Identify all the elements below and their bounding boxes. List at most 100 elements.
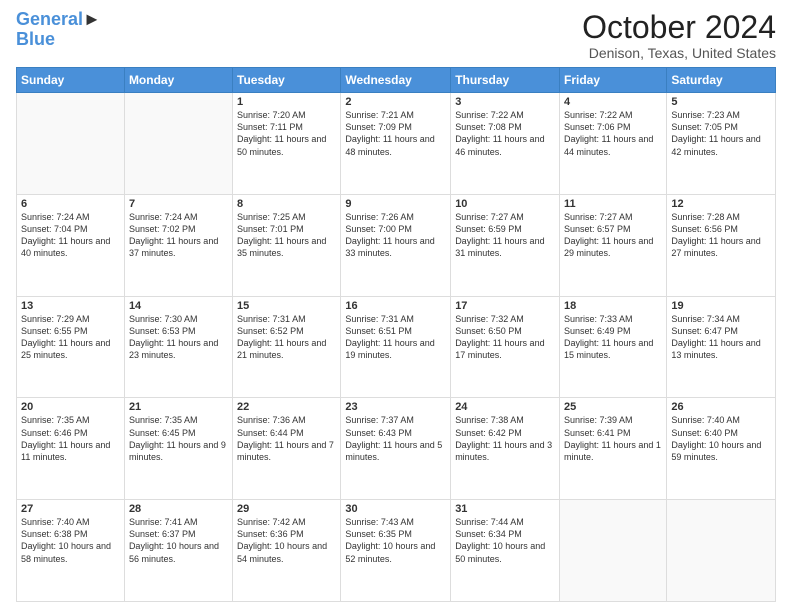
location: Denison, Texas, United States [582,45,776,61]
day-info: Sunrise: 7:36 AM Sunset: 6:44 PM Dayligh… [237,414,336,463]
day-number: 7 [129,198,228,210]
calendar-cell: 1Sunrise: 7:20 AM Sunset: 7:11 PM Daylig… [233,93,341,195]
day-number: 15 [237,300,336,312]
day-number: 30 [345,503,446,515]
day-number: 6 [21,198,120,210]
calendar-cell: 28Sunrise: 7:41 AM Sunset: 6:37 PM Dayli… [124,500,232,602]
day-info: Sunrise: 7:24 AM Sunset: 7:04 PM Dayligh… [21,211,120,260]
calendar-cell: 6Sunrise: 7:24 AM Sunset: 7:04 PM Daylig… [17,194,125,296]
day-number: 22 [237,401,336,413]
day-info: Sunrise: 7:24 AM Sunset: 7:02 PM Dayligh… [129,211,228,260]
day-info: Sunrise: 7:22 AM Sunset: 7:06 PM Dayligh… [564,109,662,158]
day-number: 21 [129,401,228,413]
calendar-cell: 31Sunrise: 7:44 AM Sunset: 6:34 PM Dayli… [451,500,560,602]
calendar-cell: 16Sunrise: 7:31 AM Sunset: 6:51 PM Dayli… [341,296,451,398]
day-number: 9 [345,198,446,210]
calendar-cell: 30Sunrise: 7:43 AM Sunset: 6:35 PM Dayli… [341,500,451,602]
day-number: 27 [21,503,120,515]
day-number: 18 [564,300,662,312]
day-info: Sunrise: 7:23 AM Sunset: 7:05 PM Dayligh… [671,109,771,158]
logo-blue: Blue [16,30,55,50]
calendar-cell: 24Sunrise: 7:38 AM Sunset: 6:42 PM Dayli… [451,398,560,500]
calendar-cell: 4Sunrise: 7:22 AM Sunset: 7:06 PM Daylig… [560,93,667,195]
day-number: 16 [345,300,446,312]
calendar-cell: 3Sunrise: 7:22 AM Sunset: 7:08 PM Daylig… [451,93,560,195]
day-number: 14 [129,300,228,312]
day-info: Sunrise: 7:40 AM Sunset: 6:40 PM Dayligh… [671,414,771,463]
day-info: Sunrise: 7:44 AM Sunset: 6:34 PM Dayligh… [455,516,555,565]
calendar-cell [560,500,667,602]
calendar-cell: 13Sunrise: 7:29 AM Sunset: 6:55 PM Dayli… [17,296,125,398]
calendar-cell: 15Sunrise: 7:31 AM Sunset: 6:52 PM Dayli… [233,296,341,398]
day-info: Sunrise: 7:29 AM Sunset: 6:55 PM Dayligh… [21,313,120,362]
calendar-cell: 5Sunrise: 7:23 AM Sunset: 7:05 PM Daylig… [667,93,776,195]
col-tuesday: Tuesday [233,68,341,93]
col-thursday: Thursday [451,68,560,93]
day-info: Sunrise: 7:32 AM Sunset: 6:50 PM Dayligh… [455,313,555,362]
day-info: Sunrise: 7:27 AM Sunset: 6:59 PM Dayligh… [455,211,555,260]
day-number: 8 [237,198,336,210]
calendar-cell: 27Sunrise: 7:40 AM Sunset: 6:38 PM Dayli… [17,500,125,602]
month-title: October 2024 [582,10,776,45]
day-info: Sunrise: 7:33 AM Sunset: 6:49 PM Dayligh… [564,313,662,362]
day-info: Sunrise: 7:37 AM Sunset: 6:43 PM Dayligh… [345,414,446,463]
calendar-cell: 22Sunrise: 7:36 AM Sunset: 6:44 PM Dayli… [233,398,341,500]
day-number: 17 [455,300,555,312]
calendar-cell: 17Sunrise: 7:32 AM Sunset: 6:50 PM Dayli… [451,296,560,398]
header: General► Blue October 2024 Denison, Texa… [16,10,776,61]
calendar-cell [17,93,125,195]
days-of-week-row: Sunday Monday Tuesday Wednesday Thursday… [17,68,776,93]
day-info: Sunrise: 7:26 AM Sunset: 7:00 PM Dayligh… [345,211,446,260]
calendar-cell: 19Sunrise: 7:34 AM Sunset: 6:47 PM Dayli… [667,296,776,398]
day-number: 31 [455,503,555,515]
day-info: Sunrise: 7:28 AM Sunset: 6:56 PM Dayligh… [671,211,771,260]
day-number: 11 [564,198,662,210]
day-number: 19 [671,300,771,312]
calendar-cell: 25Sunrise: 7:39 AM Sunset: 6:41 PM Dayli… [560,398,667,500]
title-block: October 2024 Denison, Texas, United Stat… [582,10,776,61]
day-info: Sunrise: 7:42 AM Sunset: 6:36 PM Dayligh… [237,516,336,565]
calendar-cell: 2Sunrise: 7:21 AM Sunset: 7:09 PM Daylig… [341,93,451,195]
calendar-cell: 10Sunrise: 7:27 AM Sunset: 6:59 PM Dayli… [451,194,560,296]
logo: General► Blue [16,10,101,50]
day-info: Sunrise: 7:20 AM Sunset: 7:11 PM Dayligh… [237,109,336,158]
day-info: Sunrise: 7:35 AM Sunset: 6:46 PM Dayligh… [21,414,120,463]
day-number: 2 [345,96,446,108]
col-monday: Monday [124,68,232,93]
day-number: 20 [21,401,120,413]
calendar-cell: 20Sunrise: 7:35 AM Sunset: 6:46 PM Dayli… [17,398,125,500]
day-number: 29 [237,503,336,515]
day-info: Sunrise: 7:35 AM Sunset: 6:45 PM Dayligh… [129,414,228,463]
day-number: 28 [129,503,228,515]
day-info: Sunrise: 7:31 AM Sunset: 6:52 PM Dayligh… [237,313,336,362]
day-number: 10 [455,198,555,210]
logo-line: General► [16,10,101,30]
calendar-cell: 29Sunrise: 7:42 AM Sunset: 6:36 PM Dayli… [233,500,341,602]
calendar: Sunday Monday Tuesday Wednesday Thursday… [16,67,776,602]
week-row-1: 6Sunrise: 7:24 AM Sunset: 7:04 PM Daylig… [17,194,776,296]
week-row-0: 1Sunrise: 7:20 AM Sunset: 7:11 PM Daylig… [17,93,776,195]
calendar-cell [667,500,776,602]
calendar-header: Sunday Monday Tuesday Wednesday Thursday… [17,68,776,93]
day-info: Sunrise: 7:31 AM Sunset: 6:51 PM Dayligh… [345,313,446,362]
day-number: 23 [345,401,446,413]
day-info: Sunrise: 7:22 AM Sunset: 7:08 PM Dayligh… [455,109,555,158]
day-number: 25 [564,401,662,413]
week-row-2: 13Sunrise: 7:29 AM Sunset: 6:55 PM Dayli… [17,296,776,398]
day-number: 5 [671,96,771,108]
calendar-cell: 18Sunrise: 7:33 AM Sunset: 6:49 PM Dayli… [560,296,667,398]
calendar-cell [124,93,232,195]
calendar-cell: 26Sunrise: 7:40 AM Sunset: 6:40 PM Dayli… [667,398,776,500]
day-info: Sunrise: 7:39 AM Sunset: 6:41 PM Dayligh… [564,414,662,463]
week-row-4: 27Sunrise: 7:40 AM Sunset: 6:38 PM Dayli… [17,500,776,602]
col-friday: Friday [560,68,667,93]
col-wednesday: Wednesday [341,68,451,93]
calendar-cell: 7Sunrise: 7:24 AM Sunset: 7:02 PM Daylig… [124,194,232,296]
day-number: 26 [671,401,771,413]
day-info: Sunrise: 7:38 AM Sunset: 6:42 PM Dayligh… [455,414,555,463]
calendar-cell: 23Sunrise: 7:37 AM Sunset: 6:43 PM Dayli… [341,398,451,500]
col-sunday: Sunday [17,68,125,93]
day-number: 3 [455,96,555,108]
day-info: Sunrise: 7:21 AM Sunset: 7:09 PM Dayligh… [345,109,446,158]
calendar-cell: 11Sunrise: 7:27 AM Sunset: 6:57 PM Dayli… [560,194,667,296]
